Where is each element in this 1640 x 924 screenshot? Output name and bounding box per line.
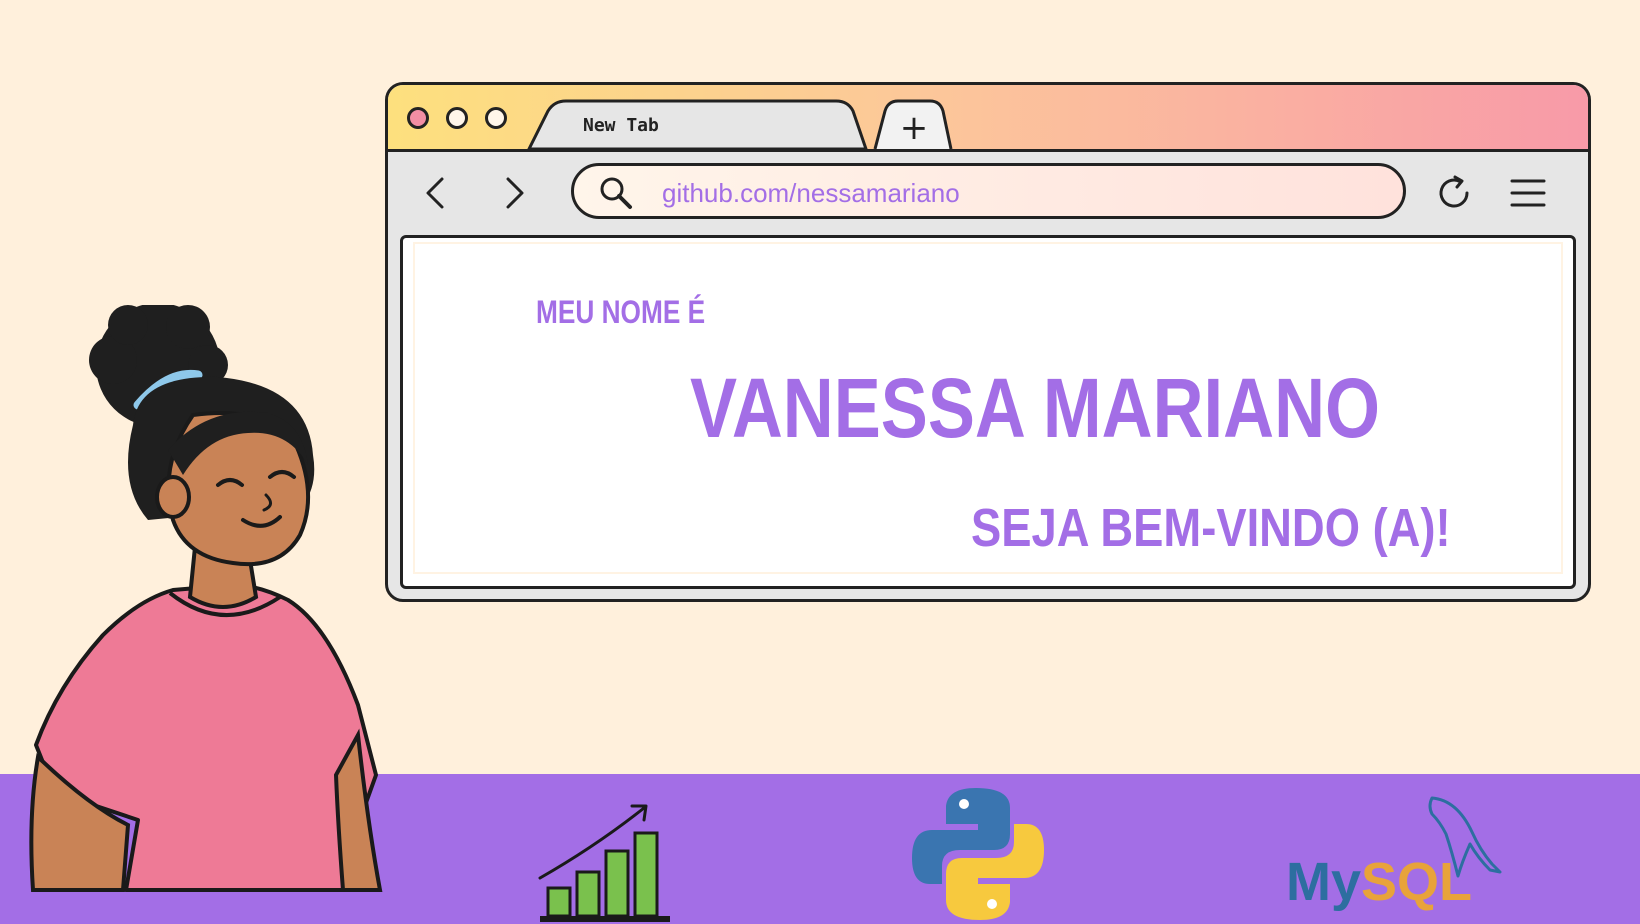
browser-window: New Tab + github.com/nessamariano MEU NO…	[385, 82, 1591, 602]
mysql-logo-icon: MySQL	[1286, 796, 1502, 912]
address-bar[interactable]: github.com/nessamariano	[571, 163, 1406, 219]
hamburger-menu-icon[interactable]	[1508, 173, 1548, 213]
url-text[interactable]: github.com/nessamariano	[662, 178, 960, 209]
title-bar: New Tab +	[388, 85, 1588, 152]
new-tab-button[interactable]: +	[896, 111, 932, 145]
page-viewport: MEU NOME É VANESSA MARIANO SEJA BEM-VIND…	[400, 235, 1576, 589]
forward-arrow-icon[interactable]	[494, 173, 534, 213]
mysql-text: MySQL	[1286, 852, 1472, 912]
tab-new-tab[interactable]	[527, 99, 868, 149]
greeting-text: MEU NOME É	[536, 294, 706, 330]
page-content: MEU NOME É VANESSA MARIANO SEJA BEM-VIND…	[413, 242, 1563, 574]
tab-label: New Tab	[583, 115, 659, 136]
reload-icon[interactable]	[1434, 173, 1474, 213]
name-heading: VANESSA MARIANO	[690, 361, 1380, 455]
tab-shapes	[527, 99, 953, 149]
python-logo-icon	[912, 788, 1044, 920]
growth-chart-icon	[538, 804, 670, 922]
welcome-text: SEJA BEM-VINDO (A)!	[971, 498, 1451, 558]
back-arrow-icon[interactable]	[416, 173, 456, 213]
girl-illustration	[29, 305, 383, 892]
search-icon	[600, 177, 632, 209]
